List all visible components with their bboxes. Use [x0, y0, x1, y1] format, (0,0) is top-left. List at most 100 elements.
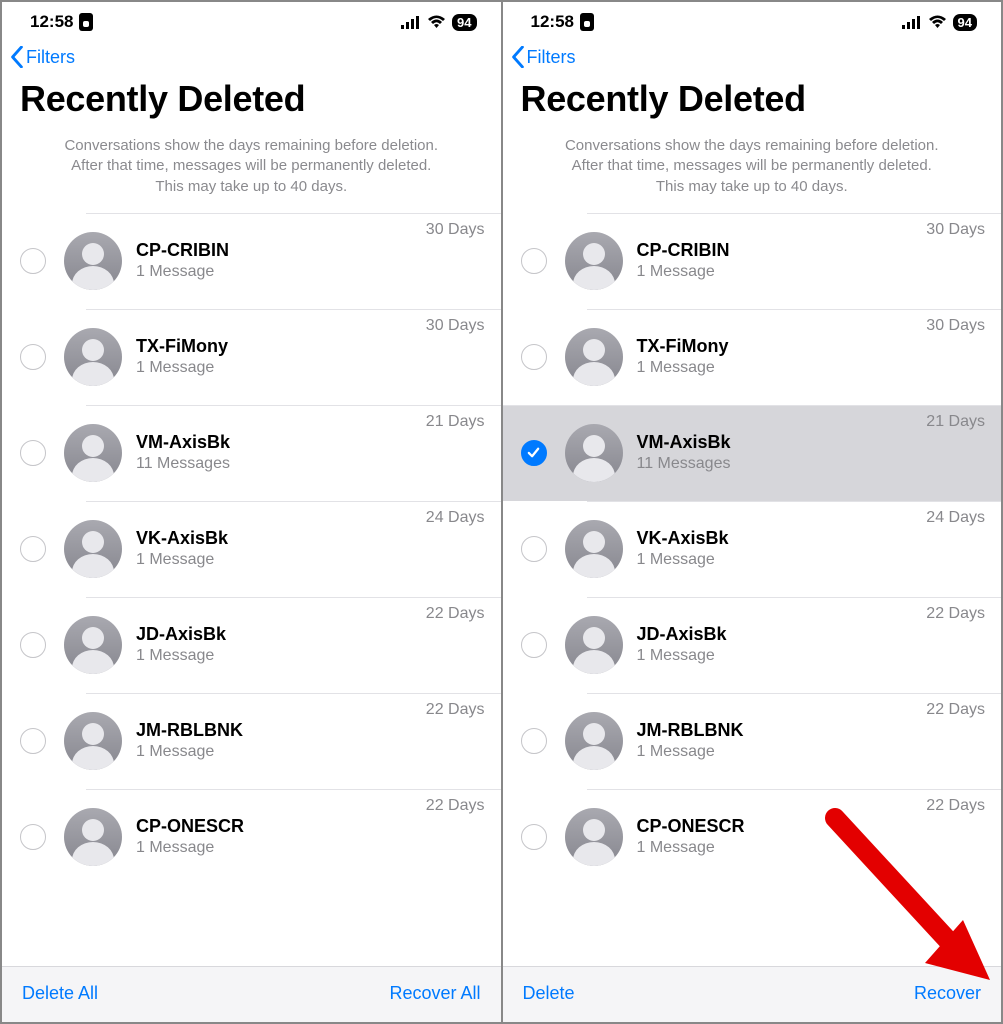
page-title: Recently Deleted: [503, 76, 1002, 130]
conversation-subtitle: 1 Message: [637, 839, 927, 857]
days-remaining: 30 Days: [926, 213, 1001, 239]
conversation-list: CP-CRIBIN1 Message30 DaysTX-FiMony1 Mess…: [2, 213, 501, 966]
conversation-row[interactable]: CP-CRIBIN 1 Message 30 Days: [503, 213, 1002, 309]
select-checkbox[interactable]: [521, 248, 547, 274]
select-checkbox[interactable]: [521, 440, 547, 466]
conversation-subtitle: 1 Message: [637, 743, 927, 761]
avatar-icon: [565, 328, 623, 386]
toolbar: Delete All Recover All: [2, 966, 501, 1022]
conversation-name: JD-AxisBk: [637, 624, 927, 645]
conversation-row[interactable]: CP-ONESCR 1 Message 22 Days: [503, 789, 1002, 885]
conversation-name: VK-AxisBk: [637, 528, 927, 549]
conversation-row[interactable]: VM-AxisBk11 Messages21 Days: [503, 405, 1002, 501]
conversation-row[interactable]: TX-FiMony1 Message30 Days: [2, 309, 501, 405]
conversation-name: VM-AxisBk: [637, 432, 927, 453]
conversation-subtitle: 1 Message: [637, 647, 927, 665]
recover-button[interactable]: Recover: [914, 983, 981, 1004]
select-checkbox[interactable]: [20, 248, 46, 274]
status-bar: 12:58 94: [503, 2, 1002, 36]
days-remaining: 22 Days: [926, 597, 1001, 623]
avatar-icon: [64, 808, 122, 866]
avatar-icon: [565, 232, 623, 290]
conversation-subtitle: 1 Message: [136, 263, 426, 281]
chevron-left-icon: [511, 46, 525, 68]
back-label: Filters: [527, 47, 576, 68]
conversation-list: CP-CRIBIN1 Message30 DaysTX-FiMony1 Mess…: [503, 213, 1002, 966]
conversation-name: CP-CRIBIN: [136, 240, 426, 261]
select-checkbox[interactable]: [521, 632, 547, 658]
select-checkbox[interactable]: [20, 440, 46, 466]
conversation-subtitle: 1 Message: [136, 647, 426, 665]
days-remaining: 30 Days: [426, 309, 501, 335]
select-checkbox[interactable]: [521, 536, 547, 562]
recover-all-button[interactable]: Recover All: [389, 983, 480, 1004]
days-remaining: 30 Days: [426, 213, 501, 239]
select-checkbox[interactable]: [20, 632, 46, 658]
conversation-name: CP-ONESCR: [637, 816, 927, 837]
conversation-row[interactable]: TX-FiMony1 Message30 Days: [503, 309, 1002, 405]
avatar-icon: [565, 520, 623, 578]
status-time: 12:58: [531, 12, 574, 32]
conversation-subtitle: 1 Message: [637, 551, 927, 569]
conversation-row[interactable]: VK-AxisBk1 Message24 Days: [2, 501, 501, 597]
wifi-icon: [928, 15, 947, 29]
select-checkbox[interactable]: [20, 536, 46, 562]
conversation-subtitle: 1 Message: [637, 359, 927, 377]
select-checkbox[interactable]: [521, 824, 547, 850]
avatar-icon: [64, 232, 122, 290]
conversation-subtitle: 1 Message: [136, 551, 426, 569]
conversation-subtitle: 1 Message: [136, 839, 426, 857]
chevron-left-icon: [10, 46, 24, 68]
conversation-row[interactable]: CP-ONESCR1 Message22 Days: [2, 789, 501, 885]
select-checkbox[interactable]: [521, 344, 547, 370]
days-remaining: 22 Days: [426, 693, 501, 719]
conversation-row[interactable]: VM-AxisBk 11 Messages 21 Days: [2, 405, 501, 501]
avatar-icon: [64, 616, 122, 674]
avatar-icon: [64, 520, 122, 578]
conversation-name: VM-AxisBk: [136, 432, 426, 453]
avatar-icon: [64, 328, 122, 386]
back-button[interactable]: Filters: [503, 36, 1002, 76]
conversation-row[interactable]: JM-RBLBNK 1 Message 22 Days: [503, 693, 1002, 789]
status-time: 12:58: [30, 12, 73, 32]
days-remaining: 21 Days: [426, 405, 501, 431]
conversation-name: JM-RBLBNK: [637, 720, 927, 741]
page-description: Conversations show the days remaining be…: [503, 130, 1002, 213]
conversation-name: JM-RBLBNK: [136, 720, 426, 741]
back-label: Filters: [26, 47, 75, 68]
conversation-row[interactable]: JD-AxisBk 1 Message 22 Days: [2, 597, 501, 693]
delete-button[interactable]: Delete: [523, 983, 575, 1004]
page-description: Conversations show the days remaining be…: [2, 130, 501, 213]
conversation-subtitle: 11 Messages: [637, 455, 927, 473]
avatar-icon: [64, 424, 122, 482]
avatar-icon: [64, 712, 122, 770]
conversation-name: CP-ONESCR: [136, 816, 426, 837]
back-button[interactable]: Filters: [2, 36, 501, 76]
phone-screenshot-left: 12:58 94 Filters Recently Deleted Conver…: [2, 2, 501, 1022]
delete-all-button[interactable]: Delete All: [22, 983, 98, 1004]
conversation-name: CP-CRIBIN: [637, 240, 927, 261]
sim-icon: [580, 13, 594, 31]
conversation-row[interactable]: CP-CRIBIN 1 Message 30 Days: [2, 213, 501, 309]
phone-screenshot-right: 12:58 94 Filters Recently Deleted Conver…: [503, 2, 1002, 1022]
avatar-icon: [565, 424, 623, 482]
days-remaining: 22 Days: [926, 693, 1001, 719]
select-checkbox[interactable]: [20, 344, 46, 370]
conversation-name: JD-AxisBk: [136, 624, 426, 645]
conversation-subtitle: 11 Messages: [136, 455, 426, 473]
select-checkbox[interactable]: [20, 728, 46, 754]
toolbar: Delete Recover: [503, 966, 1002, 1022]
select-checkbox[interactable]: [521, 728, 547, 754]
select-checkbox[interactable]: [20, 824, 46, 850]
days-remaining: 22 Days: [426, 597, 501, 623]
conversation-row[interactable]: JD-AxisBk 1 Message 22 Days: [503, 597, 1002, 693]
conversation-row[interactable]: JM-RBLBNK1 Message22 Days: [2, 693, 501, 789]
conversation-row[interactable]: VK-AxisBk1 Message24 Days: [503, 501, 1002, 597]
conversation-subtitle: 1 Message: [136, 359, 426, 377]
conversation-subtitle: 1 Message: [637, 263, 927, 281]
days-remaining: 22 Days: [926, 789, 1001, 815]
days-remaining: 30 Days: [926, 309, 1001, 335]
cellular-icon: [401, 16, 421, 29]
wifi-icon: [427, 15, 446, 29]
conversation-name: VK-AxisBk: [136, 528, 426, 549]
